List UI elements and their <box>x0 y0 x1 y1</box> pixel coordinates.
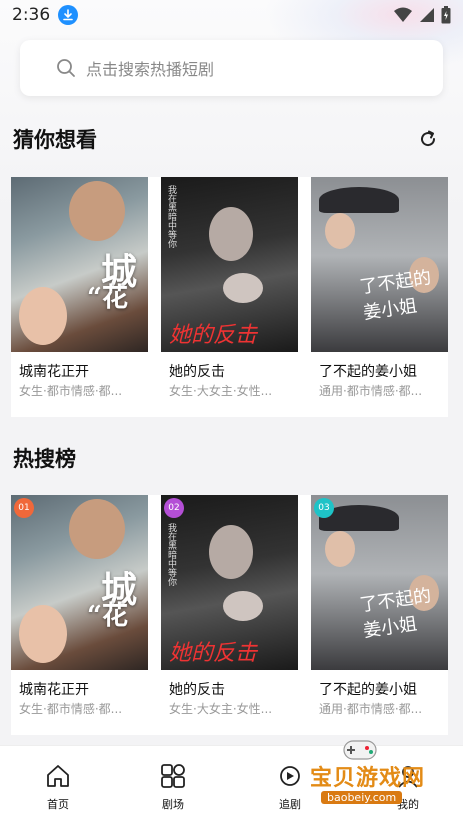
drama-tags: 通用·都市情感·都... <box>319 384 423 398</box>
poster-image: 了不起的 姜小姐 03 <box>311 495 448 670</box>
hot-list: 城 “花 01 城南花正开 女生·都市情感·都... 我在黑暗中等你 她的反击 … <box>11 495 448 735</box>
drama-tags: 通用·都市情感·都... <box>319 702 423 716</box>
nav-home-label: 首页 <box>47 798 69 811</box>
status-time: 2:36 <box>12 5 51 25</box>
drama-tags: 女生·都市情感·都... <box>19 702 123 716</box>
drama-title: 了不起的姜小姐 <box>319 364 417 380</box>
drama-card[interactable]: 了不起的 姜小姐 03 了不起的姜小姐 通用·都市情感·都... <box>311 495 448 735</box>
nav-home[interactable]: 首页 <box>28 762 88 812</box>
home-icon <box>47 765 69 787</box>
watermark-url: baobeiy.com <box>321 791 403 804</box>
poster-image: 了不起的 姜小姐 <box>311 177 448 352</box>
poster-title-text: “花 <box>87 283 128 313</box>
battery-icon <box>441 6 451 24</box>
recommend-list: 城 “花 城南花正开 女生·都市情感·都... 我在黑暗中等你 她的反击 她的反… <box>11 177 448 417</box>
poster-tagline: 我在黑暗中等你 <box>166 523 176 586</box>
drama-card[interactable]: 了不起的 姜小姐 了不起的姜小姐 通用·都市情感·都... <box>311 177 448 417</box>
drama-title: 城南花正开 <box>19 364 89 380</box>
poster-image: 我在黑暗中等你 她的反击 02 <box>161 495 298 670</box>
drama-title: 城南花正开 <box>19 682 89 698</box>
poster-tagline: 我在黑暗中等你 <box>166 185 176 248</box>
watermark-title: 宝贝游戏网 <box>310 766 426 791</box>
drama-card[interactable]: 我在黑暗中等你 她的反击 她的反击 女生·大女主·女性... <box>161 177 298 417</box>
nav-theater[interactable]: 剧场 <box>143 762 203 812</box>
rank-badge: 02 <box>164 498 184 518</box>
drama-title: 她的反击 <box>169 364 225 380</box>
search-input[interactable]: 点击搜索热播短剧 <box>20 40 443 96</box>
theater-icon <box>161 764 185 788</box>
drama-tags: 女生·都市情感·都... <box>19 384 123 398</box>
status-bar: 2:36 <box>0 0 463 30</box>
poster-title-text: 她的反击 <box>169 641 258 666</box>
poster-image: 我在黑暗中等你 她的反击 <box>161 177 298 352</box>
nav-theater-label: 剧场 <box>162 798 184 811</box>
signal-icon <box>420 8 434 22</box>
drama-tags: 女生·大女主·女性... <box>169 702 273 716</box>
drama-tags: 女生·大女主·女性... <box>169 384 273 398</box>
poster-title-text: 她的反击 <box>169 323 258 348</box>
refresh-icon <box>421 130 436 147</box>
refresh-button[interactable] <box>416 127 440 151</box>
drama-card[interactable]: 我在黑暗中等你 她的反击 02 她的反击 女生·大女主·女性... <box>161 495 298 735</box>
drama-card[interactable]: 城 “花 城南花正开 女生·都市情感·都... <box>11 177 148 417</box>
drama-title: 了不起的姜小姐 <box>319 682 417 698</box>
wifi-icon <box>394 7 412 22</box>
drama-title: 她的反击 <box>169 682 225 698</box>
search-icon <box>57 59 75 77</box>
search-placeholder: 点击搜索热播短剧 <box>86 60 215 79</box>
poster-image: 城 “花 <box>11 177 148 352</box>
poster-title-text: “花 <box>87 601 128 631</box>
recommend-section-title: 猜你想看 <box>13 128 97 152</box>
status-icons <box>393 6 451 24</box>
rank-badge: 01 <box>14 498 34 518</box>
poster-image: 城 “花 01 <box>11 495 148 670</box>
gamepad-icon <box>343 740 377 760</box>
watermark-logo: 宝贝游戏网 baobeiy.com <box>285 735 455 805</box>
poster-title-text: 了不起的 姜小姐 <box>358 267 433 324</box>
rank-badge: 03 <box>314 498 334 518</box>
hot-section-title: 热搜榜 <box>13 447 76 471</box>
drama-card[interactable]: 城 “花 01 城南花正开 女生·都市情感·都... <box>11 495 148 735</box>
download-icon <box>58 5 79 25</box>
poster-title-text: 了不起的 姜小姐 <box>358 585 433 642</box>
